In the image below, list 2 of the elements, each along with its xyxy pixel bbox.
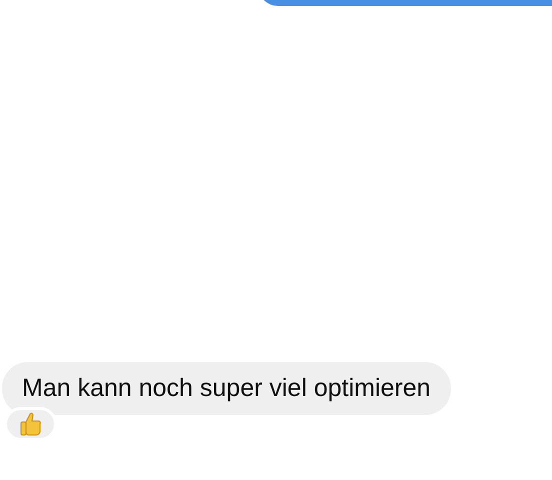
message-bubble: Man kann noch super viel optimieren (2, 362, 451, 415)
thumbs-up-icon (20, 412, 42, 436)
